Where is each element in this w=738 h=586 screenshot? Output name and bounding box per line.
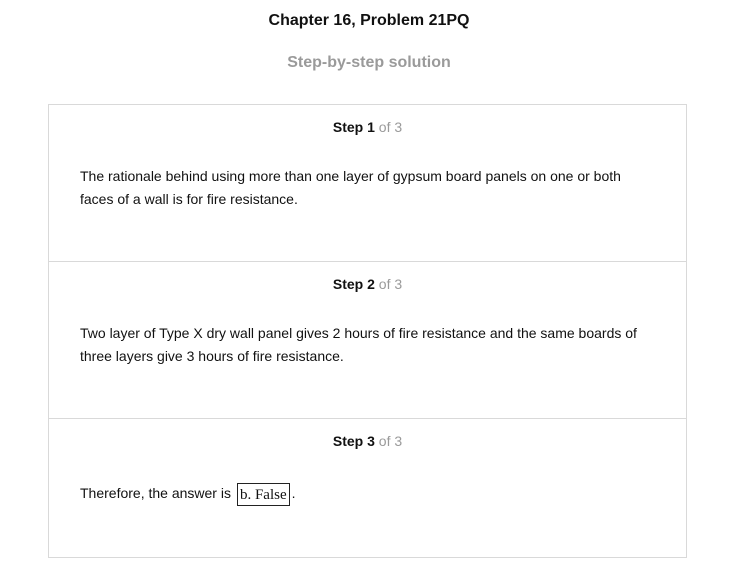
step-card-2: Step 2 of 3 Two layer of Type X dry wall… — [49, 262, 686, 419]
steps-container: Step 1 of 3 The rationale behind using m… — [48, 104, 687, 558]
step-card-1: Step 1 of 3 The rationale behind using m… — [49, 105, 686, 262]
step-header: Step 3 of 3 — [49, 433, 686, 449]
step-header: Step 1 of 3 — [49, 119, 686, 135]
step-answer-line: Therefore, the answer is b. False. — [80, 482, 655, 506]
trailing-period: . — [291, 485, 296, 501]
step-total: of 3 — [378, 433, 403, 449]
page-subtitle: Step-by-step solution — [287, 54, 451, 71]
step-header: Step 2 of 3 — [49, 276, 686, 292]
step-label: Step — [332, 276, 364, 292]
step-label: Step — [332, 433, 364, 449]
step-number: 1 — [367, 119, 375, 135]
step-total: of 3 — [378, 119, 403, 135]
step-text: Therefore, the answer is — [80, 485, 231, 501]
step-number: 3 — [367, 433, 375, 449]
answer-box: b. False — [236, 482, 290, 506]
page-title: Chapter 16, Problem 21PQ — [268, 12, 470, 29]
step-text: The rationale behind using more than one… — [80, 168, 621, 207]
step-label: Step — [332, 119, 364, 135]
step-text: Two layer of Type X dry wall panel gives… — [80, 325, 637, 364]
step-number: 2 — [367, 276, 375, 292]
solution-page: Chapter 16, Problem 21PQ Step-by-step so… — [0, 0, 738, 586]
step-card-3: Step 3 of 3 Therefore, the answer is b. F… — [49, 419, 686, 559]
step-total: of 3 — [378, 276, 403, 292]
